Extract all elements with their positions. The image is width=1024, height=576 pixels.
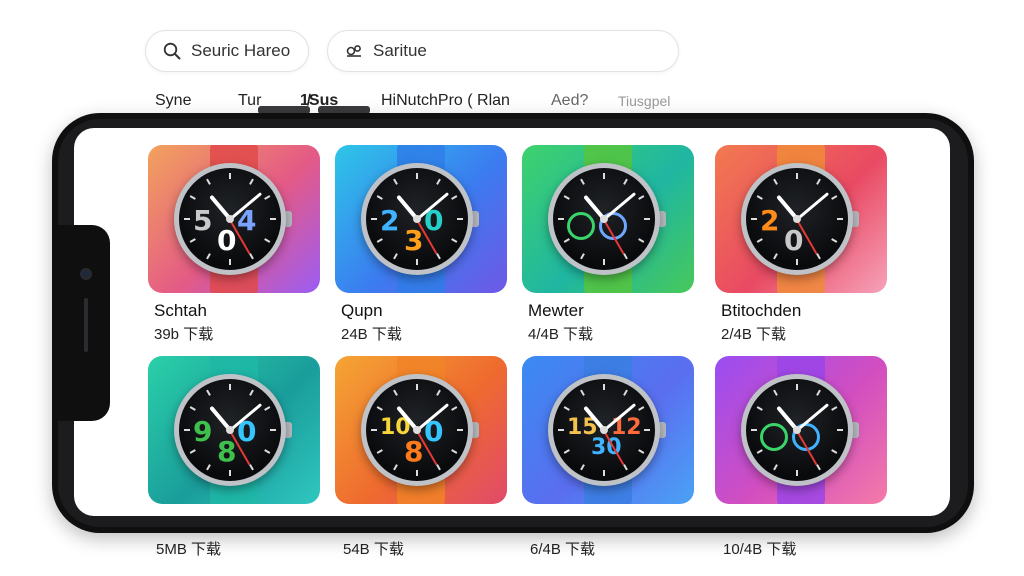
watch-digit: 8 (217, 435, 237, 468)
download-info: 54B 下载 (343, 541, 404, 558)
speaker-grille (84, 298, 88, 352)
download-info: 10/4B 下载 (723, 541, 797, 558)
watch-digit: 0 (784, 224, 804, 257)
tab-3[interactable]: HiNutchPro ( Rlan (381, 92, 510, 110)
watch-digit: 3 (404, 224, 424, 257)
watch-icon: 980 (174, 374, 286, 486)
watch-icon: 504 (174, 163, 286, 275)
search-icon (162, 41, 182, 61)
watch-digit: 8 (404, 435, 424, 468)
download-info: 24B 下载 (341, 326, 402, 343)
phone-notch (52, 225, 110, 421)
watch-icon (741, 374, 853, 486)
filter-icon (344, 41, 364, 61)
watchface-name: Schtah (154, 301, 207, 320)
tab-5[interactable]: Tiusgpel (618, 93, 670, 109)
download-info: 2/4B 下载 (721, 326, 787, 343)
watch-icon: 15 30 12 (548, 374, 660, 486)
watch-icon: 230 (361, 163, 473, 275)
watchface-thumbnail[interactable]: 15 30 12 (522, 356, 694, 504)
tab-0[interactable]: Syne (155, 92, 191, 110)
watch-digit: 5 (193, 204, 213, 237)
search-input-text: Seuric Hareo (191, 41, 291, 60)
watch-icon: 10 8 0 (361, 374, 473, 486)
watchface-thumbnail[interactable] (522, 145, 694, 293)
camera-icon (80, 268, 92, 280)
watchface-name: Qupn (341, 301, 383, 320)
download-info: 6/4B 下载 (530, 541, 596, 558)
secondary-search-text: Saritue (373, 41, 427, 60)
tab-4[interactable]: Aed? (551, 92, 588, 110)
watchface-thumbnail[interactable]: 980 (148, 356, 320, 504)
download-info: 5MB 下载 (156, 541, 222, 558)
watch-digit: 2 (760, 204, 780, 237)
watchface-thumbnail[interactable]: 10 8 0 (335, 356, 507, 504)
watchface-thumbnail[interactable]: 20 (715, 145, 887, 293)
watchface-name: Mewter (528, 301, 584, 320)
watch-icon (548, 163, 660, 275)
download-info: 4/4B 下载 (528, 326, 594, 343)
watch-icon: 20 (741, 163, 853, 275)
search-bar[interactable]: Seuric Hareo (145, 30, 309, 72)
watch-digit: 0 (217, 224, 237, 257)
watch-digit: 2 (380, 204, 400, 237)
download-info: 39b 下载 (154, 326, 214, 343)
watchface-thumbnail[interactable]: 504 (148, 145, 320, 293)
watchface-name: Btitochden (721, 301, 802, 320)
secondary-search-bar[interactable]: Saritue (327, 30, 679, 72)
watchface-thumbnail[interactable] (715, 356, 887, 504)
watch-digit: 9 (193, 415, 213, 448)
watchface-thumbnail[interactable]: 230 (335, 145, 507, 293)
